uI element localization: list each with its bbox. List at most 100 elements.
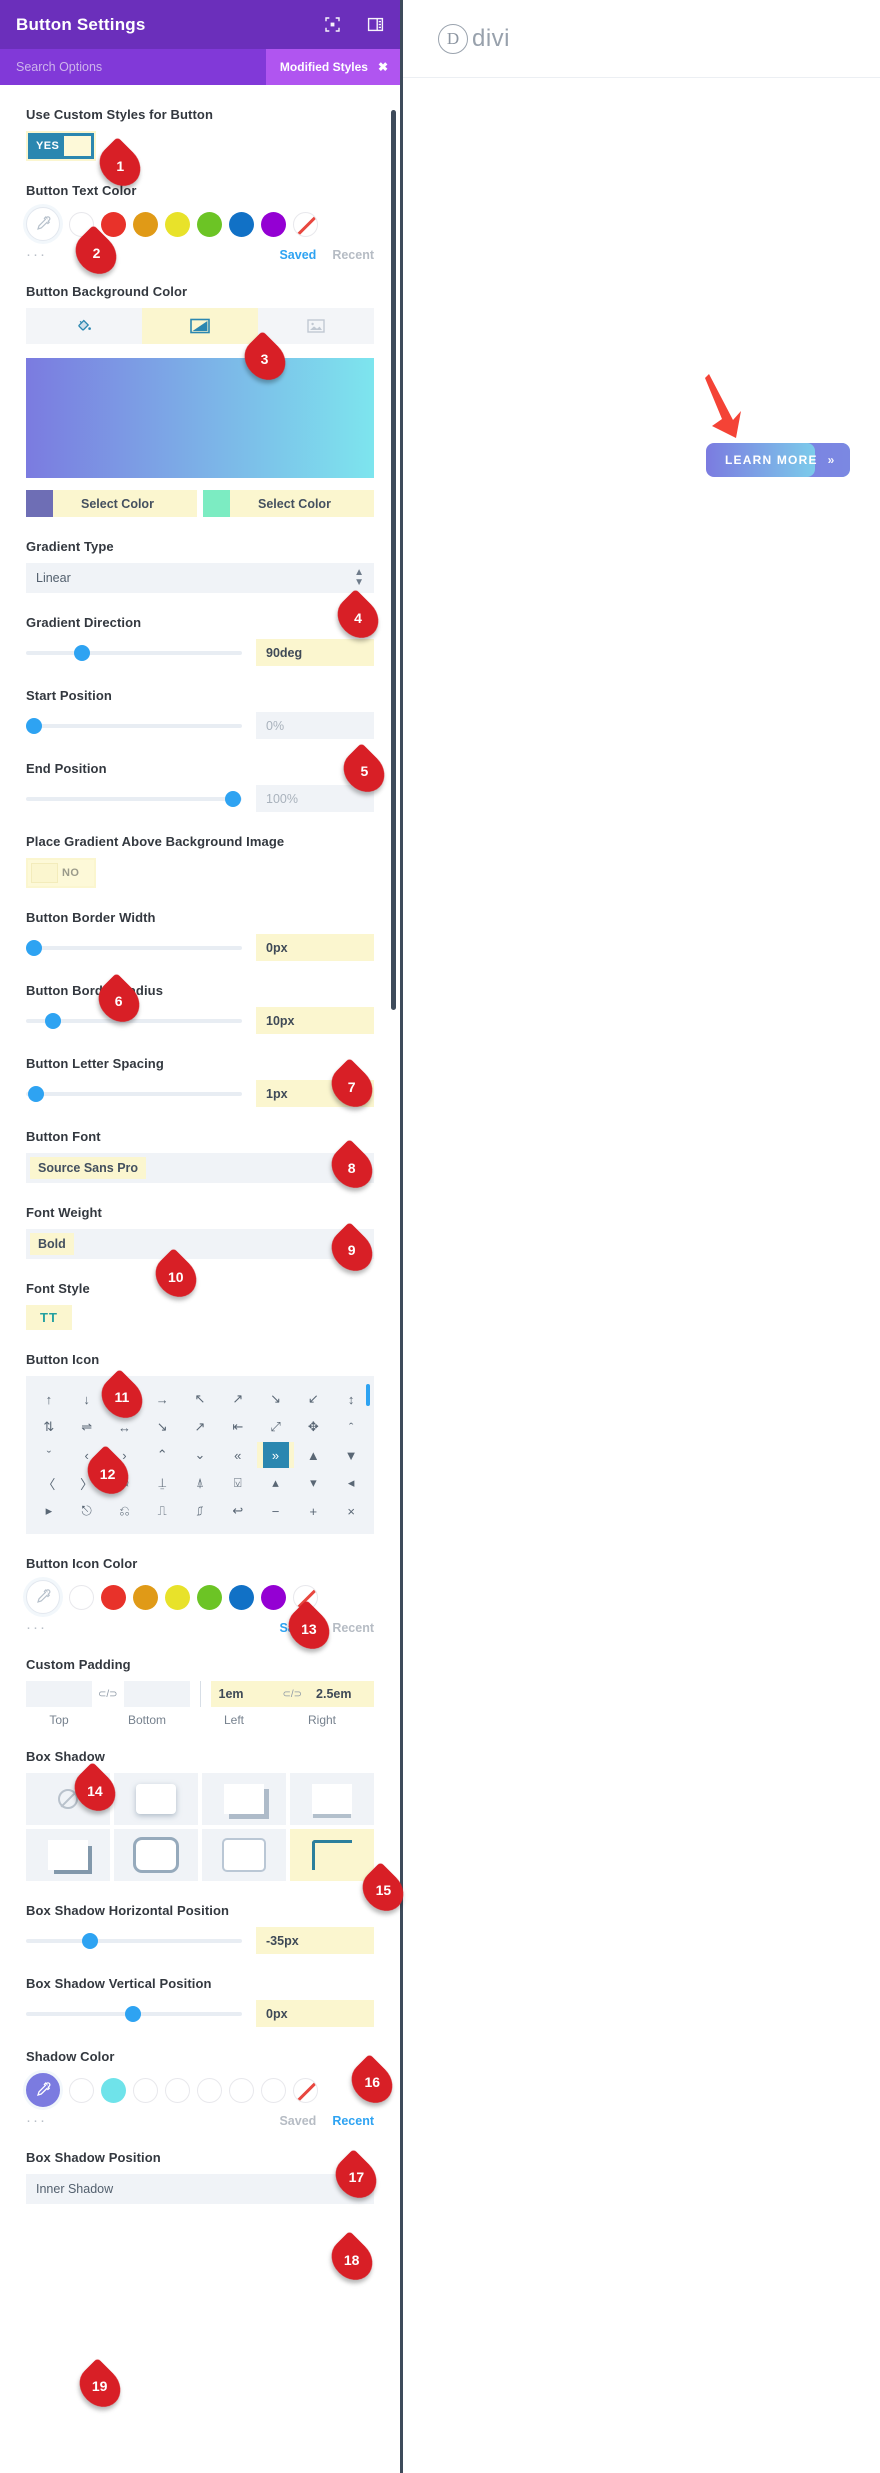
slider-handle[interactable] xyxy=(26,717,42,734)
icon-arrow-return[interactable]: ↩ xyxy=(219,1498,257,1524)
icon-circle-double-right[interactable]: ⍌ xyxy=(219,1470,257,1496)
swatch-blue[interactable] xyxy=(229,1584,254,1610)
swatch-none[interactable] xyxy=(293,2077,318,2103)
icon-arrow-up[interactable]: ↑ xyxy=(30,1386,68,1412)
button-font-select[interactable]: Source Sans Pro ▲▼ xyxy=(26,1153,374,1183)
icon-arrow-down-right[interactable]: ↘ xyxy=(257,1386,295,1412)
recent-link[interactable]: Recent xyxy=(332,1621,374,1635)
button-border-width-slider[interactable] xyxy=(26,939,242,956)
icon-circle-chevron-left[interactable]: 〈 xyxy=(30,1470,68,1496)
swatch-purple[interactable] xyxy=(261,1584,286,1610)
padding-left-input[interactable]: 1em xyxy=(210,1681,277,1707)
box-shadow-position-select[interactable]: Inner Shadow ▲▼ xyxy=(26,2174,374,2204)
swatch-purple[interactable] xyxy=(261,211,286,237)
button-border-width-value[interactable]: 0px xyxy=(256,934,374,961)
swatch-green[interactable] xyxy=(197,1584,222,1610)
swatch-empty-6[interactable] xyxy=(261,2077,286,2103)
box-shadow-preset-soft[interactable] xyxy=(114,1773,198,1825)
icon-chevrons-up[interactable]: ⌃ xyxy=(143,1442,181,1468)
icon-circle-caret-down[interactable]: ⎌ xyxy=(106,1498,144,1524)
icon-minus[interactable]: − xyxy=(257,1498,295,1524)
swatch-yellow[interactable] xyxy=(165,1584,190,1610)
icon-circle-chevrons-down[interactable]: ⍊ xyxy=(143,1470,181,1496)
icon-triangle-up[interactable]: ▲ xyxy=(294,1442,332,1468)
icon-caret-left[interactable]: ◂ xyxy=(332,1470,370,1496)
swatch-empty-4[interactable] xyxy=(197,2077,222,2103)
swatch-empty-3[interactable] xyxy=(165,2077,190,2103)
icon-triangle-down[interactable]: ▼ xyxy=(332,1442,370,1468)
swatch-orange[interactable] xyxy=(133,1584,158,1610)
icon-close-x[interactable]: × xyxy=(332,1498,370,1524)
padding-top-input[interactable] xyxy=(26,1681,92,1707)
box-shadow-horizontal-slider[interactable] xyxy=(26,1932,242,1949)
swatch-blue[interactable] xyxy=(229,211,254,237)
swatch-orange[interactable] xyxy=(133,211,158,237)
swatch-red[interactable] xyxy=(101,211,126,237)
slider-handle[interactable] xyxy=(224,790,241,807)
box-shadow-preset-offset-br[interactable] xyxy=(202,1773,286,1825)
icon-caret-up[interactable]: ▴ xyxy=(257,1470,295,1496)
icon-chevron-down-small[interactable]: ˇ xyxy=(30,1442,68,1468)
box-shadow-vertical-slider[interactable] xyxy=(26,2005,242,2022)
swatch-yellow[interactable] xyxy=(165,211,190,237)
tab-solid-color[interactable] xyxy=(26,308,142,344)
icon-arrows-collapse[interactable]: ⇤ xyxy=(219,1414,257,1440)
slider-handle[interactable] xyxy=(28,1085,45,1102)
swatch-empty[interactable] xyxy=(69,1584,94,1610)
button-letter-spacing-slider[interactable] xyxy=(26,1085,242,1102)
icon-circle-double-left[interactable]: ⍋ xyxy=(181,1470,219,1496)
recent-link[interactable]: Recent xyxy=(332,248,374,262)
gradient-type-select[interactable]: Linear ▲ ▼ xyxy=(26,563,374,593)
fullscreen-icon[interactable] xyxy=(324,16,341,33)
box-shadow-vertical-value[interactable]: 0px xyxy=(256,2000,374,2027)
search-input[interactable] xyxy=(0,49,230,85)
swatch-empty-1[interactable] xyxy=(69,2077,94,2103)
icon-circle-caret-right[interactable]: ⎎ xyxy=(181,1498,219,1524)
eyedropper-icon[interactable] xyxy=(26,207,60,241)
button-icon-picker[interactable]: ↑ ↓ ← → ↖ ↗ ↘ ↙ ↕ ⇅ ⇌ ↔ ↘ ↗ ⇤ xyxy=(26,1376,374,1534)
icon-plus[interactable]: + xyxy=(294,1498,332,1524)
box-shadow-preset-outline-thin[interactable] xyxy=(202,1829,286,1881)
gradient-direction-value[interactable]: 90deg xyxy=(256,639,374,666)
link-values-icon[interactable]: ⊂/⊃ xyxy=(276,1681,309,1707)
more-options-icon[interactable]: ··· xyxy=(26,2113,47,2128)
gradient-preview[interactable] xyxy=(26,358,374,478)
font-style-uppercase-button[interactable]: TT xyxy=(26,1305,72,1330)
icon-arrow-up-left[interactable]: ↖ xyxy=(181,1386,219,1412)
icon-arrow-updown-split[interactable]: ⇅ xyxy=(30,1414,68,1440)
icon-caret-right[interactable]: ▸ xyxy=(30,1498,68,1524)
close-icon[interactable]: ✖ xyxy=(378,61,388,73)
button-border-radius-value[interactable]: 10px xyxy=(256,1007,374,1034)
box-shadow-preset-corner-br[interactable] xyxy=(26,1829,110,1881)
learn-more-button[interactable]: LEARN MORE » xyxy=(706,443,850,477)
icon-arrow-right[interactable]: → xyxy=(143,1386,181,1412)
gradient-direction-slider[interactable] xyxy=(26,644,242,661)
swatch-cyan[interactable] xyxy=(101,2077,126,2103)
layout-panel-icon[interactable] xyxy=(367,16,384,33)
slider-handle[interactable] xyxy=(82,1932,99,1949)
panel-scrollbar[interactable] xyxy=(391,110,396,1010)
icon-double-chevron-right-selected[interactable]: » xyxy=(256,1442,295,1468)
divi-logo[interactable]: D divi xyxy=(438,23,510,54)
icon-arrow-leftright-split[interactable]: ⇌ xyxy=(68,1414,106,1440)
icon-arrow-down-left[interactable]: ↙ xyxy=(294,1386,332,1412)
gradient-stop-right[interactable]: Select Color xyxy=(203,490,374,517)
tab-gradient[interactable] xyxy=(142,308,258,344)
box-shadow-preset-bottom-line[interactable] xyxy=(290,1773,374,1825)
icon-circle-caret-up[interactable]: ⎋ xyxy=(68,1498,106,1524)
icon-double-chevron-left[interactable]: « xyxy=(219,1442,257,1468)
end-position-slider[interactable] xyxy=(26,790,242,807)
icon-move[interactable]: ✥ xyxy=(294,1414,332,1440)
status-badge[interactable]: Modified Styles ✖ xyxy=(265,49,400,85)
gradient-stop-left[interactable]: Select Color xyxy=(26,490,197,517)
swatch-green[interactable] xyxy=(197,211,222,237)
box-shadow-preset-outline-round[interactable] xyxy=(114,1829,198,1881)
slider-handle[interactable] xyxy=(45,1012,62,1029)
more-options-icon[interactable]: ··· xyxy=(26,247,47,262)
slider-handle[interactable] xyxy=(125,2005,142,2022)
icon-arrow-up-right[interactable]: ↗ xyxy=(219,1386,257,1412)
icon-arrows-expand[interactable]: ⤢ xyxy=(257,1414,295,1440)
scrollbar[interactable] xyxy=(366,1384,370,1406)
padding-right-input[interactable]: 2.5em xyxy=(308,1681,375,1707)
place-gradient-toggle[interactable]: NO xyxy=(26,858,96,888)
